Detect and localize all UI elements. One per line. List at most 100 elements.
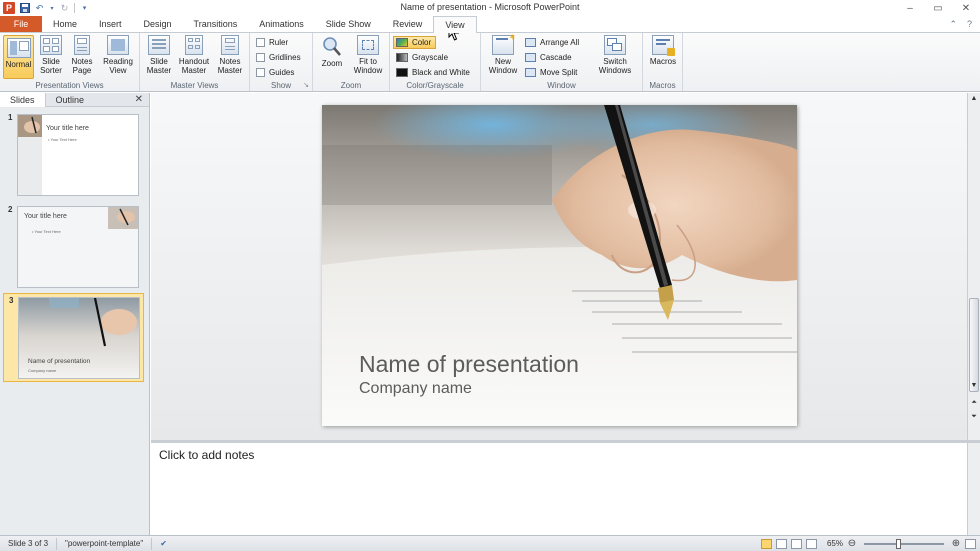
notes-scrollbar[interactable] [967, 443, 980, 535]
slide-sorter-icon [40, 35, 62, 55]
undo-dropdown-icon[interactable]: ▾ [49, 3, 55, 14]
slide-thumbnail-image: Name of presentation Company name [18, 297, 140, 379]
slide-title[interactable]: Name of presentation [359, 351, 579, 378]
macros-button[interactable]: Macros [647, 35, 679, 66]
tab-outline[interactable]: Outline [46, 93, 95, 107]
arrange-all-label: Arrange All [540, 38, 580, 47]
group-master-views: Slide Master Handout Master Notes Master… [140, 33, 250, 91]
zoom-slider[interactable] [864, 538, 944, 549]
slide-thumbnail-image: Your title here • Your Text Here [17, 114, 139, 196]
ribbon-tabs: File Home Insert Design Transitions Anim… [0, 16, 980, 33]
tab-file[interactable]: File [0, 16, 42, 32]
ribbon: Normal Slide Sorter Notes Page Reading V… [0, 32, 980, 92]
tab-slide-show[interactable]: Slide Show [315, 16, 382, 32]
tab-slides[interactable]: Slides [0, 92, 46, 107]
group-label-color-grayscale: Color/Grayscale [406, 81, 464, 90]
minimize-icon[interactable]: – [896, 0, 924, 16]
slide-subtitle[interactable]: Company name [359, 380, 472, 398]
cascade-label: Cascade [540, 53, 572, 62]
fit-label-2: Window [353, 66, 383, 75]
color-swatch-icon [396, 38, 408, 47]
fit-to-window-button[interactable]: Fit to Window [351, 35, 385, 75]
notes-page-label-1: Notes [71, 57, 93, 66]
scroll-down-icon[interactable]: ▼ [968, 380, 980, 391]
move-split-button[interactable]: Move Split [525, 66, 577, 79]
tab-transitions[interactable]: Transitions [183, 16, 249, 32]
tab-view[interactable]: View [433, 16, 477, 33]
reading-view-button[interactable]: Reading View [100, 35, 136, 75]
zoom-button[interactable]: Zoom [319, 35, 345, 68]
color-button[interactable]: Color [393, 36, 437, 49]
redo-icon[interactable]: ↻ [59, 3, 70, 14]
slide-master-button[interactable]: Slide Master [144, 35, 174, 75]
handout-master-button[interactable]: Handout Master [176, 35, 212, 75]
slide-number: 3 [9, 296, 14, 305]
previous-slide-icon[interactable]: ⏶ [968, 397, 980, 408]
fit-slide-icon[interactable] [965, 538, 976, 549]
tab-home[interactable]: Home [42, 16, 88, 32]
show-dialog-launcher-icon[interactable]: ↘ [303, 81, 309, 89]
undo-icon[interactable]: ↶ [34, 3, 45, 14]
new-window-button[interactable]: ✶ New Window [485, 33, 521, 76]
slide-sorter-button[interactable]: Slide Sorter [37, 35, 65, 75]
black-white-button[interactable]: Black and White [396, 66, 470, 79]
normal-view-button[interactable]: Normal [3, 35, 34, 79]
slide-sorter-status-icon[interactable] [775, 538, 787, 549]
grayscale-button[interactable]: Grayscale [396, 51, 448, 64]
gridlines-checkbox[interactable] [256, 53, 265, 62]
current-slide[interactable]: Name of presentation Company name [322, 105, 797, 426]
tab-review[interactable]: Review [382, 16, 434, 32]
guides-checkbox[interactable] [256, 68, 265, 77]
window-title: Name of presentation - Microsoft PowerPo… [400, 2, 580, 12]
ribbon-right-controls: ⌃ ? [949, 16, 980, 32]
slide-number: 1 [8, 113, 13, 122]
notes-master-label-1: Notes [219, 57, 241, 66]
slide-master-label-2: Master [146, 66, 172, 75]
vertical-scrollbar[interactable]: ▲ ▼ ⏶ ⏷ [967, 93, 980, 440]
zoom-level[interactable]: 65% [827, 539, 843, 548]
thumb-title: Name of presentation [28, 358, 91, 365]
zoom-in-icon[interactable]: ⊕ [951, 538, 961, 549]
minimize-ribbon-icon[interactable]: ⌃ [949, 19, 957, 30]
slide-thumbnail-1[interactable]: 1 Your title here • Your Text Here [3, 111, 144, 200]
tab-insert[interactable]: Insert [88, 16, 133, 32]
next-slide-icon[interactable]: ⏷ [968, 411, 980, 422]
customize-toolbar-icon[interactable]: ▾ [79, 3, 90, 14]
switch-windows-button[interactable]: Switch Windows [593, 35, 637, 75]
notes-placeholder[interactable]: Click to add notes [159, 448, 254, 462]
save-icon[interactable] [19, 3, 30, 14]
zoom-out-icon[interactable]: ⊖ [847, 538, 857, 549]
group-label-window: Window [547, 81, 576, 90]
help-icon[interactable]: ? [967, 19, 972, 29]
arrange-all-button[interactable]: Arrange All [525, 36, 579, 49]
slide-thumbnail-3[interactable]: 3 Name of presentation Company name [3, 293, 144, 382]
ruler-checkbox[interactable] [256, 38, 265, 47]
slide-sorter-label-2: Sorter [40, 66, 62, 75]
slide-thumbnail-2[interactable]: 2 Your title here • Your Text Here [3, 203, 144, 292]
group-label-zoom: Zoom [340, 81, 362, 90]
zoom-slider-knob[interactable] [896, 538, 901, 549]
notes-master-button[interactable]: Notes Master [215, 35, 245, 75]
tab-design[interactable]: Design [133, 16, 183, 32]
thumb-text: Company name [28, 368, 57, 373]
normal-view-label: Normal [5, 60, 32, 69]
cascade-button[interactable]: Cascade [525, 51, 572, 64]
group-label-macros: Macros [649, 81, 676, 90]
slide-3-background-image [19, 298, 139, 378]
scroll-up-icon[interactable]: ▲ [968, 93, 980, 104]
guides-checkbox-row[interactable]: Guides [256, 66, 294, 79]
spell-check-icon[interactable]: ✔ [152, 538, 175, 550]
notes-pane[interactable]: Click to add notes [151, 440, 980, 535]
tab-animations[interactable]: Animations [248, 16, 315, 32]
notes-page-button[interactable]: Notes Page [69, 35, 95, 75]
reading-view-status-icon[interactable] [790, 538, 802, 549]
slide-show-status-icon[interactable] [805, 538, 817, 549]
close-pane-icon[interactable]: ✕ [135, 94, 149, 105]
ruler-checkbox-row[interactable]: Ruler [256, 36, 288, 49]
normal-view-status-icon[interactable] [760, 538, 772, 549]
maximize-icon[interactable]: ▭ [924, 0, 952, 16]
close-icon[interactable]: ✕ [952, 0, 980, 16]
scrollbar-thumb[interactable] [969, 298, 979, 392]
powerpoint-logo-icon[interactable]: P [3, 2, 15, 14]
gridlines-checkbox-row[interactable]: Gridlines [256, 51, 301, 64]
